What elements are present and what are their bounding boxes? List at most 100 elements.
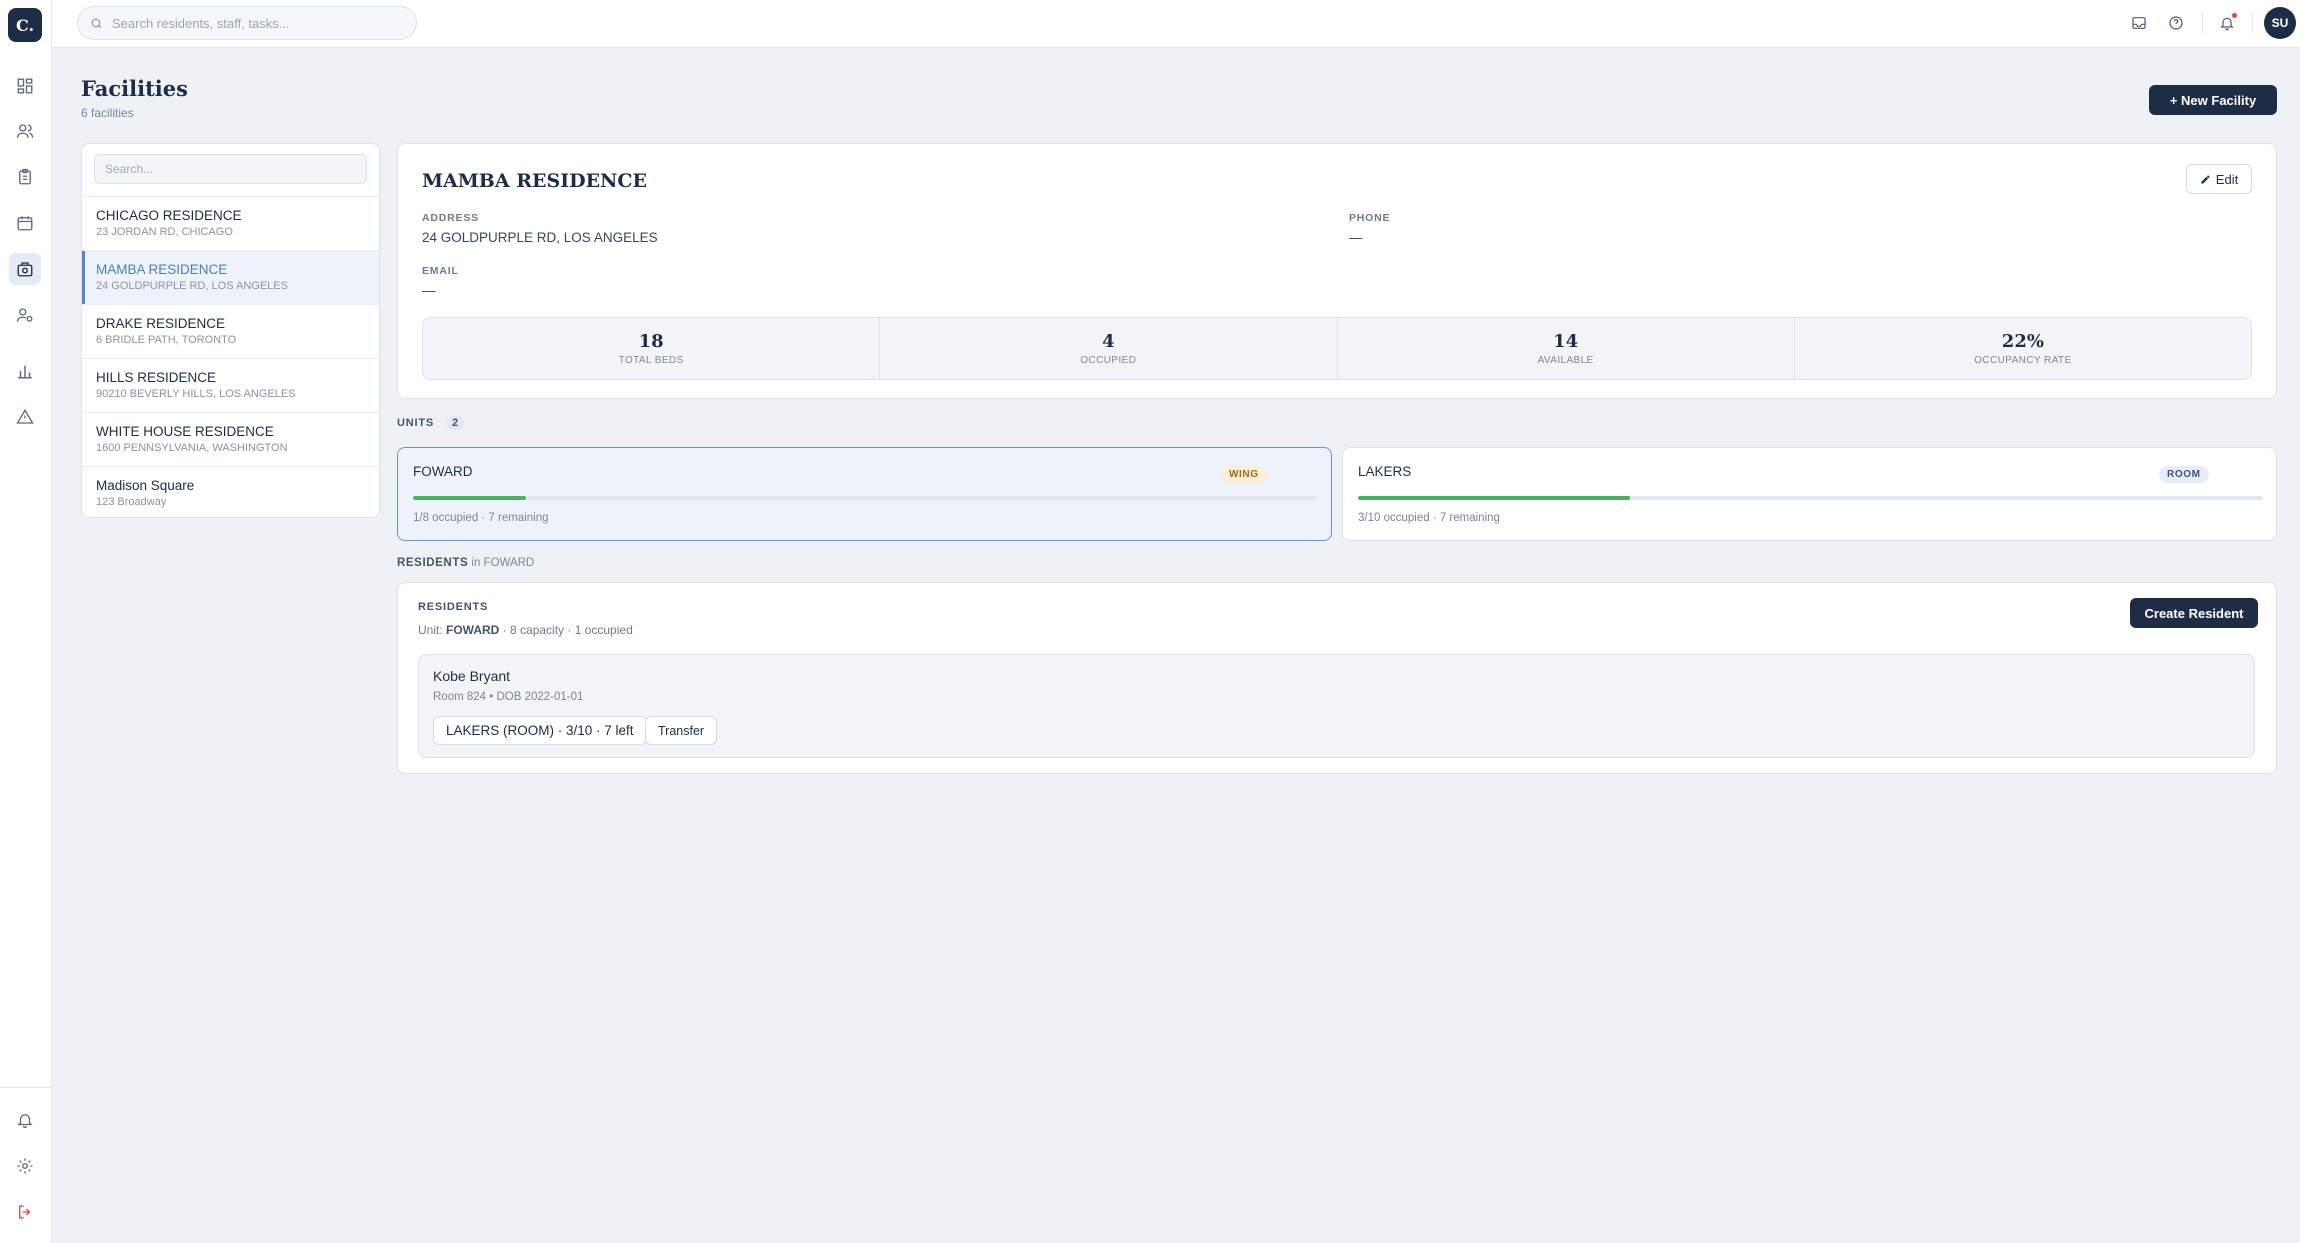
facility-name: Madison Square — [96, 478, 195, 493]
topbar-divider — [2252, 12, 2253, 34]
resident-name: Kobe Bryant — [433, 668, 511, 684]
help-icon[interactable] — [2165, 12, 2187, 34]
clipboard-icon[interactable] — [9, 161, 41, 193]
stats-bar: 18 TOTAL BEDS 4 OCCUPIED 14 AVAILABLE 22… — [422, 317, 2252, 380]
stat-value: 4 — [1102, 331, 1115, 352]
residents-heading-unit: in FOWARD — [468, 557, 535, 569]
pencil-icon — [2201, 174, 2210, 184]
residents-panel-title: RESIDENTS — [418, 601, 489, 613]
top-bar: SU — [52, 0, 2300, 48]
logout-icon[interactable] — [9, 1196, 41, 1228]
resident-unit-select[interactable]: LAKERS (ROOM) · 3/10 · 7 left — [433, 716, 647, 745]
facility-name: WHITE HOUSE RESIDENCE — [96, 424, 274, 439]
building-icon[interactable] — [9, 253, 41, 285]
unit-status: 1/8 occupied · 7 remaining — [413, 512, 549, 524]
bar-chart-icon[interactable] — [9, 355, 41, 387]
user-avatar[interactable]: SU — [2264, 7, 2296, 39]
facility-detail-panel: MAMBA RESIDENCE Edit ADDRESS 24 GOLDPURP… — [397, 143, 2277, 399]
facility-item[interactable]: CHICAGO RESIDENCE 23 JORDAN RD, CHICAGO — [82, 197, 379, 251]
rail-divider — [0, 1087, 52, 1088]
email-label: EMAIL — [422, 265, 459, 277]
app-logo[interactable]: C. — [8, 8, 42, 42]
resident-card: Kobe Bryant Room 824 • DOB 2022-01-01 LA… — [418, 654, 2255, 758]
residents-panel: RESIDENTS Unit: FOWARD · 8 capacity · 1 … — [397, 582, 2277, 774]
transfer-button[interactable]: Transfer — [645, 716, 718, 745]
side-nav: C. — [0, 0, 52, 1243]
calendar-icon[interactable] — [9, 207, 41, 239]
edit-button[interactable]: Edit — [2186, 164, 2252, 194]
unit-card[interactable]: LAKERS ROOM 3/10 occupied · 7 remaining — [1342, 447, 2277, 541]
create-resident-button[interactable]: Create Resident — [2130, 598, 2258, 628]
facility-item[interactable]: DRAKE RESIDENCE 6 BRIDLE PATH, TORONTO — [82, 305, 379, 359]
unit-type-badge: ROOM — [2159, 466, 2209, 483]
facility-address: 24 GOLDPURPLE RD, LOS ANGELES — [96, 280, 288, 292]
new-facility-button[interactable]: + New Facility — [2149, 85, 2277, 115]
stat-available: 14 AVAILABLE — [1338, 318, 1795, 379]
staff-icon[interactable] — [9, 299, 41, 331]
search-icon — [91, 18, 102, 28]
residents-heading-bold: RESIDENTS — [397, 557, 469, 569]
occupancy-progress-fill — [1358, 496, 1630, 500]
unit-name: FOWARD — [446, 623, 500, 637]
page-subtitle: 6 facilities — [81, 106, 134, 120]
notifications-icon[interactable] — [2216, 12, 2238, 34]
notification-dot — [2232, 13, 2237, 18]
address-value: 24 GOLDPURPLE RD, LOS ANGELES — [422, 230, 658, 245]
global-search[interactable] — [77, 6, 417, 40]
global-search-input[interactable] — [112, 15, 392, 31]
facility-address: 23 JORDAN RD, CHICAGO — [96, 226, 233, 238]
inbox-icon[interactable] — [2128, 12, 2150, 34]
stat-value: 14 — [1553, 331, 1579, 352]
topbar-divider — [2202, 12, 2203, 34]
units-count-badge: 2 — [446, 416, 465, 430]
facility-name: CHICAGO RESIDENCE — [96, 208, 242, 223]
stat-value: 22% — [2001, 331, 2044, 352]
page-title: Facilities — [81, 76, 188, 101]
phone-label: PHONE — [1349, 212, 1391, 224]
users-icon[interactable] — [9, 115, 41, 147]
stat-occupied: 4 OCCUPIED — [880, 318, 1338, 379]
resident-meta: Room 824 • DOB 2022-01-01 — [433, 691, 584, 703]
occupancy-progress-bar — [413, 496, 1318, 500]
facility-address: 1600 PENNSYLVANIA, WASHINGTON — [96, 442, 288, 454]
email-value: — — [422, 283, 436, 298]
alert-triangle-icon[interactable] — [9, 401, 41, 433]
phone-value: — — [1349, 230, 1363, 245]
unit-details: · 8 capacity · 1 occupied — [499, 623, 633, 637]
stat-label: OCCUPANCY RATE — [1974, 355, 2072, 366]
residents-unit-summary: Unit: FOWARD · 8 capacity · 1 occupied — [418, 623, 633, 637]
facility-name: MAMBA RESIDENCE — [96, 262, 228, 277]
settings-icon[interactable] — [9, 1150, 41, 1182]
bell-icon[interactable] — [9, 1104, 41, 1136]
facility-title: MAMBA RESIDENCE — [422, 170, 648, 192]
edit-label: Edit — [2215, 171, 2239, 187]
address-label: ADDRESS — [422, 212, 479, 224]
facility-address: 123 Broadway — [96, 496, 167, 508]
facility-address: 6 BRIDLE PATH, TORONTO — [96, 334, 237, 346]
stat-label: AVAILABLE — [1537, 355, 1594, 366]
unit-prefix: Unit: — [418, 623, 447, 637]
residents-heading: RESIDENTS in FOWARD — [397, 557, 534, 569]
unit-type-badge: WING — [1221, 466, 1267, 483]
stat-occupancy-rate: 22% OCCUPANCY RATE — [1795, 318, 2251, 379]
stat-total-beds: 18 TOTAL BEDS — [423, 318, 881, 379]
occupancy-progress-bar — [1358, 496, 2263, 500]
facility-name: HILLS RESIDENCE — [96, 370, 217, 385]
stat-label: OCCUPIED — [1080, 355, 1137, 366]
stat-value: 18 — [638, 331, 664, 352]
unit-card-selected[interactable]: FOWARD WING 1/8 occupied · 7 remaining — [397, 447, 1332, 541]
facility-item[interactable]: WHITE HOUSE RESIDENCE 1600 PENNSYLVANIA,… — [82, 413, 379, 467]
facility-item[interactable]: HILLS RESIDENCE 90210 BEVERLY HILLS, LOS… — [82, 359, 379, 413]
stat-label: TOTAL BEDS — [618, 355, 684, 366]
facility-search-input[interactable] — [105, 162, 366, 176]
facility-list: CHICAGO RESIDENCE 23 JORDAN RD, CHICAGO … — [82, 196, 379, 517]
dashboard-icon[interactable] — [9, 70, 41, 102]
facility-item-selected[interactable]: MAMBA RESIDENCE 24 GOLDPURPLE RD, LOS AN… — [82, 251, 379, 305]
unit-status: 3/10 occupied · 7 remaining — [1358, 512, 1500, 524]
occupancy-progress-fill — [413, 496, 527, 500]
facility-list-panel: CHICAGO RESIDENCE 23 JORDAN RD, CHICAGO … — [81, 143, 380, 518]
facility-name: DRAKE RESIDENCE — [96, 316, 226, 331]
facility-item[interactable]: Madison Square 123 Broadway — [82, 467, 379, 517]
unit-name: FOWARD — [413, 464, 473, 479]
facility-search[interactable] — [94, 154, 367, 184]
